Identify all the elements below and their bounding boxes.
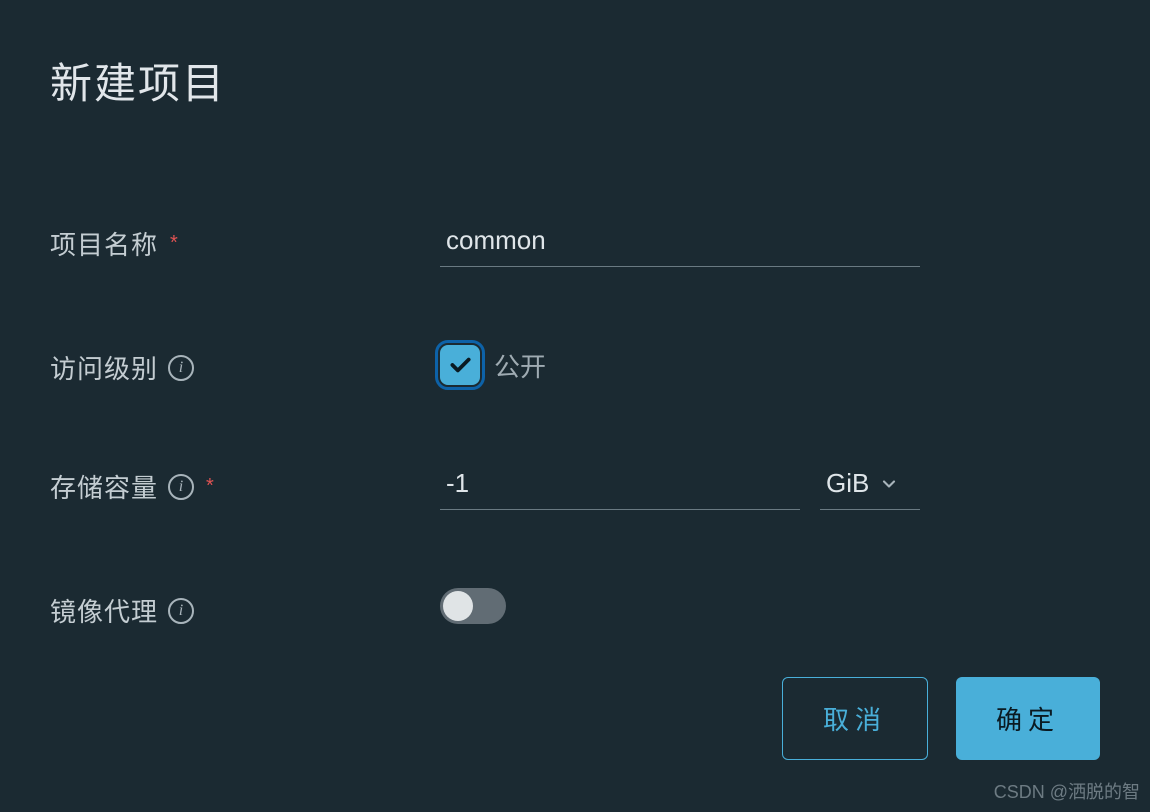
- access-level-label-cell: 访问级别 i: [50, 345, 440, 386]
- storage-field-cell: GiB: [440, 464, 920, 510]
- image-proxy-toggle[interactable]: [440, 588, 506, 624]
- required-indicator: *: [170, 232, 178, 255]
- access-level-field-cell: 公开: [440, 345, 546, 385]
- storage-row: 存储容量 i * GiB: [50, 464, 1100, 510]
- new-project-dialog: 新建项目 项目名称 * 访问级别 i: [0, 0, 1150, 812]
- watermark: CSDN @洒脱的智: [994, 778, 1140, 804]
- public-checkbox-label: 公开: [494, 347, 546, 384]
- public-checkbox[interactable]: [440, 345, 480, 385]
- image-proxy-label-cell: 镜像代理 i: [50, 588, 440, 629]
- access-level-label: 访问级别: [50, 349, 158, 386]
- image-proxy-field-cell: [440, 588, 506, 624]
- project-name-row: 项目名称 *: [50, 221, 1100, 267]
- confirm-button[interactable]: 确定: [956, 677, 1100, 760]
- project-form: 项目名称 * 访问级别 i 公开: [50, 221, 1100, 629]
- chevron-down-icon: [879, 474, 899, 494]
- project-name-input[interactable]: [440, 221, 920, 267]
- storage-unit-value: GiB: [826, 468, 869, 499]
- dialog-buttons: 取消 确定: [782, 677, 1100, 760]
- storage-label-cell: 存储容量 i *: [50, 464, 440, 505]
- storage-unit-select[interactable]: GiB: [820, 464, 920, 510]
- access-level-row: 访问级别 i 公开: [50, 345, 1100, 386]
- project-name-field-cell: [440, 221, 920, 267]
- info-icon[interactable]: i: [168, 355, 194, 381]
- project-name-label-cell: 项目名称 *: [50, 221, 440, 262]
- cancel-button[interactable]: 取消: [782, 677, 928, 760]
- info-icon[interactable]: i: [168, 598, 194, 624]
- storage-input[interactable]: [440, 464, 800, 510]
- project-name-label: 项目名称: [50, 225, 158, 262]
- toggle-knob: [443, 591, 473, 621]
- public-checkbox-wrap: 公开: [440, 345, 546, 385]
- dialog-title: 新建项目: [50, 50, 1100, 111]
- image-proxy-label: 镜像代理: [50, 592, 158, 629]
- info-icon[interactable]: i: [168, 474, 194, 500]
- checkmark-icon: [447, 352, 473, 378]
- required-indicator: *: [206, 475, 214, 498]
- storage-label: 存储容量: [50, 468, 158, 505]
- image-proxy-row: 镜像代理 i: [50, 588, 1100, 629]
